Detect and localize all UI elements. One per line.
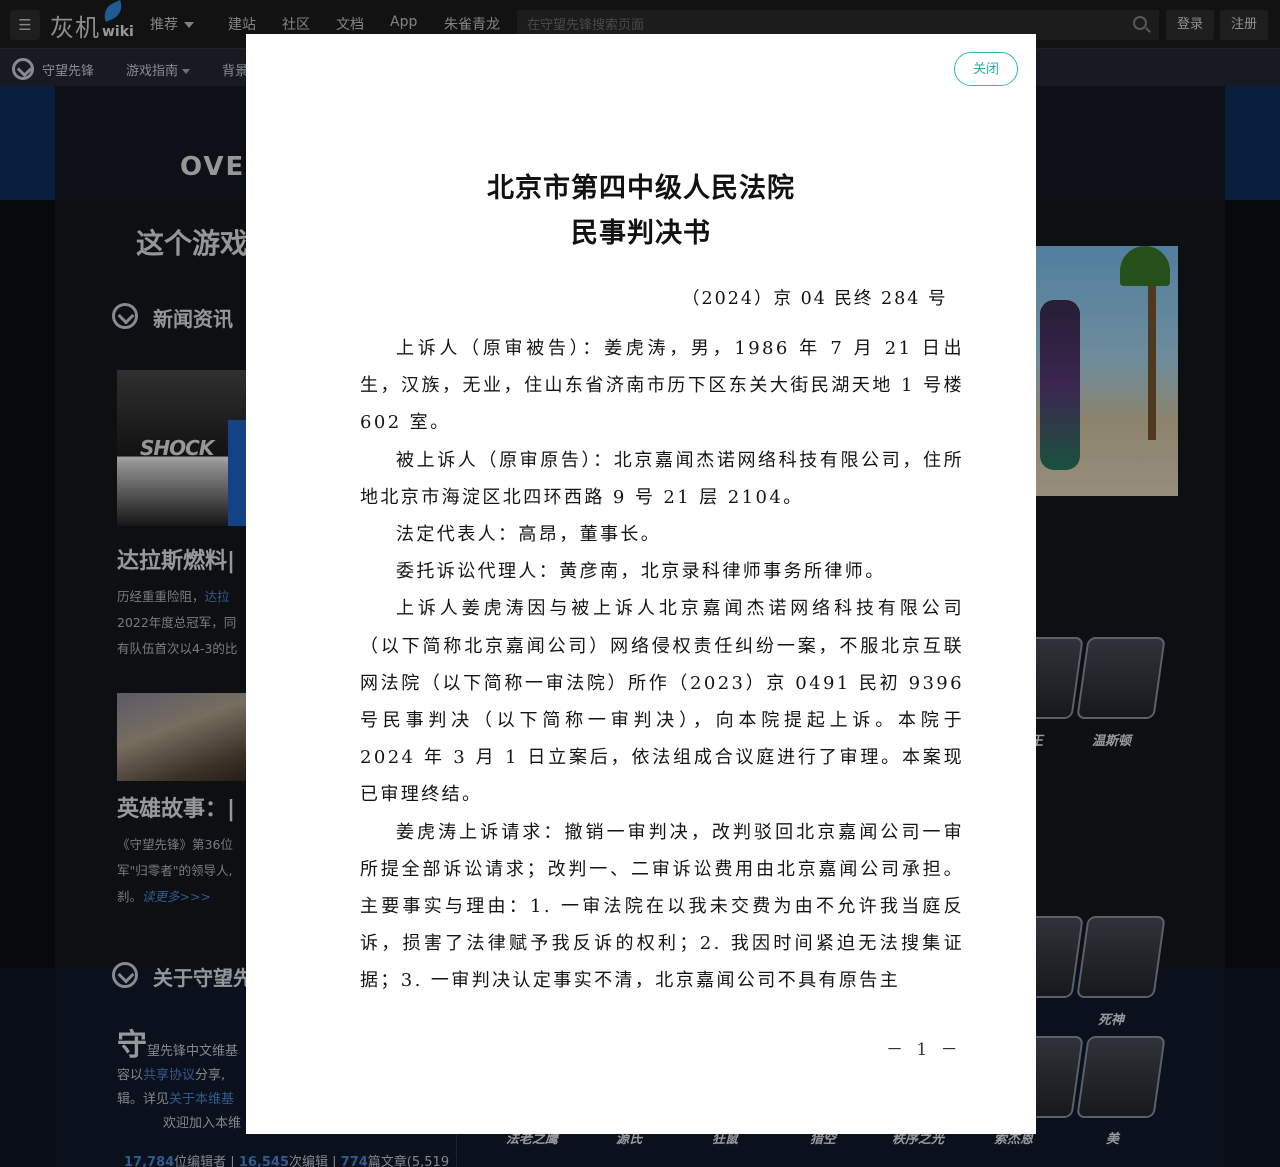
- case-number: （2024）京 04 民终 284 号: [682, 289, 948, 309]
- document-type-title: 民事判决书: [571, 218, 711, 249]
- document-paragraph: 委托诉讼代理人：黄彦南，北京录科律师事务所律师。: [396, 561, 886, 583]
- document-paragraph: 上诉人姜虎涛因与被上诉人北京嘉闻杰诺网络科技有限公司（以下简称北京嘉闻公司）网络…: [360, 598, 964, 806]
- document-court-name: 北京市第四中级人民法院: [487, 173, 795, 204]
- document-paragraph: 被上诉人（原审原告）：北京嘉闻杰诺网络科技有限公司，住所地北京市海淀区北四环西路…: [360, 449, 964, 508]
- document-paragraph: 姜虎涛上诉请求：撤销一审判决，改判驳回北京嘉闻公司一审所提全部诉讼请求；改判一、…: [360, 821, 964, 992]
- document-body: 上诉人（原审被告）：姜虎涛，男，1986 年 7 月 21 日出生，汉族，无业，…: [360, 330, 964, 1000]
- document-paragraph: 上诉人（原审被告）：姜虎涛，男，1986 年 7 月 21 日出生，汉族，无业，…: [360, 338, 964, 434]
- document-viewer-modal: 关闭 北京市第四中级人民法院 民事判决书 （2024）京 04 民终 284 号…: [246, 34, 1036, 1134]
- close-button[interactable]: 关闭: [954, 52, 1018, 86]
- page-number: － 1 －: [886, 1040, 962, 1060]
- document-paragraph: 法定代表人：高昂，董事长。: [396, 524, 662, 546]
